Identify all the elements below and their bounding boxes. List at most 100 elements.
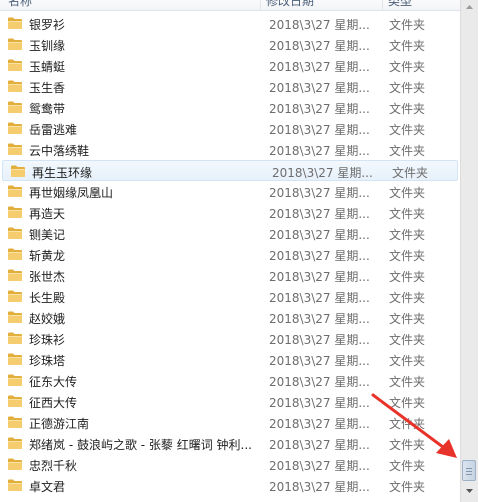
item-type: 文件夹	[389, 249, 426, 263]
folder-icon	[7, 37, 23, 51]
scroll-up-arrow-icon[interactable]	[462, 0, 477, 15]
item-date: 2018\3\27 星期...	[269, 102, 370, 116]
list-item[interactable]: 鸳鸯带 2018\3\27 星期... 文件夹	[0, 97, 460, 118]
item-name: 征东大传	[29, 375, 78, 389]
item-name: 玉生香	[29, 81, 66, 95]
folder-icon	[7, 58, 23, 72]
list-item[interactable]: 岳雷逃难 2018\3\27 星期... 文件夹	[0, 118, 460, 139]
item-type: 文件夹	[389, 81, 426, 95]
item-type: 文件夹	[389, 60, 426, 74]
list-item[interactable]: 正德游江南 2018\3\27 星期... 文件夹	[0, 412, 460, 433]
folder-icon	[7, 142, 23, 156]
list-item[interactable]: 玉钏缘 2018\3\27 星期... 文件夹	[0, 34, 460, 55]
item-type: 文件夹	[389, 333, 426, 347]
item-name: 卓文君	[29, 480, 66, 494]
list-item[interactable]: 郑绪岚 - 鼓浪屿之歌 - 张藜 红曙词 钟利... 2018\3\27 星期..…	[0, 433, 460, 454]
folder-icon	[7, 247, 23, 261]
list-item[interactable]: 征西大传 2018\3\27 星期... 文件夹	[0, 391, 460, 412]
vertical-scrollbar[interactable]	[460, 0, 478, 502]
folder-icon	[7, 16, 23, 30]
list-item[interactable]: 再世姻缘凤凰山 2018\3\27 星期... 文件夹	[0, 181, 460, 202]
column-header-name[interactable]: 名称	[8, 0, 32, 10]
item-date: 2018\3\27 星期...	[269, 249, 370, 263]
item-name: 长生殿	[29, 291, 66, 305]
folder-icon	[7, 352, 23, 366]
item-date: 2018\3\27 星期...	[272, 166, 373, 180]
item-type: 文件夹	[389, 186, 426, 200]
list-item[interactable]: 张世杰 2018\3\27 星期... 文件夹	[0, 265, 460, 286]
list-item[interactable]: 银罗衫 2018\3\27 星期... 文件夹	[0, 13, 460, 34]
folder-icon	[7, 436, 23, 450]
folder-icon	[7, 121, 23, 135]
list-item[interactable]: 珍珠衫 2018\3\27 星期... 文件夹	[0, 328, 460, 349]
item-date: 2018\3\27 星期...	[269, 18, 370, 32]
item-date: 2018\3\27 星期...	[269, 396, 370, 410]
item-date: 2018\3\27 星期...	[269, 333, 370, 347]
item-date: 2018\3\27 星期...	[269, 459, 370, 473]
item-name: 忠烈千秋	[29, 459, 78, 473]
list-item[interactable]: 斩黄龙 2018\3\27 星期... 文件夹	[0, 244, 460, 265]
list-item[interactable]: 忠烈千秋 2018\3\27 星期... 文件夹	[0, 454, 460, 475]
item-type: 文件夹	[389, 270, 426, 284]
item-name: 再生玉环缘	[32, 166, 93, 180]
list-item[interactable]: 珍珠塔 2018\3\27 星期... 文件夹	[0, 349, 460, 370]
folder-icon	[7, 457, 23, 471]
item-name: 再造天	[29, 207, 66, 221]
item-type: 文件夹	[389, 18, 426, 32]
item-name: 银罗衫	[29, 18, 66, 32]
item-date: 2018\3\27 星期...	[269, 144, 370, 158]
folder-icon	[7, 100, 23, 114]
list-item[interactable]: 再生玉环缘 2018\3\27 星期... 文件夹	[2, 160, 458, 181]
list-item[interactable]: 玉生香 2018\3\27 星期... 文件夹	[0, 76, 460, 97]
file-list: 名称 修改日期 类型 银罗衫 2018\3\27 星期... 文件夹 玉钏缘 2018\…	[0, 0, 460, 502]
folder-icon	[7, 226, 23, 240]
item-date: 2018\3\27 星期...	[269, 81, 370, 95]
item-name: 玉钏缘	[29, 39, 66, 53]
item-name: 珍珠衫	[29, 333, 66, 347]
item-date: 2018\3\27 星期...	[269, 186, 370, 200]
item-date: 2018\3\27 星期...	[269, 291, 370, 305]
list-item[interactable]: 再造天 2018\3\27 星期... 文件夹	[0, 202, 460, 223]
item-name: 斩黄龙	[29, 249, 66, 263]
item-type: 文件夹	[389, 39, 426, 53]
item-type: 文件夹	[389, 312, 426, 326]
list-item[interactable]: 铡美记 2018\3\27 星期... 文件夹	[0, 223, 460, 244]
folder-icon	[7, 310, 23, 324]
list-item[interactable]: 玉蜻蜓 2018\3\27 星期... 文件夹	[0, 55, 460, 76]
item-name: 铡美记	[29, 228, 66, 242]
item-date: 2018\3\27 星期...	[269, 417, 370, 431]
item-date: 2018\3\27 星期...	[269, 375, 370, 389]
item-date: 2018\3\27 星期...	[269, 123, 370, 137]
folder-icon	[7, 478, 23, 492]
scrollbar-thumb[interactable]	[462, 460, 476, 481]
folder-icon	[7, 331, 23, 345]
item-date: 2018\3\27 星期...	[269, 207, 370, 221]
item-type: 文件夹	[389, 417, 426, 431]
item-type: 文件夹	[389, 375, 426, 389]
scroll-down-arrow-icon[interactable]	[462, 484, 477, 499]
item-name: 岳雷逃难	[29, 123, 78, 137]
item-type: 文件夹	[389, 207, 426, 221]
list-item[interactable]: 卓文君 2018\3\27 星期... 文件夹	[0, 475, 460, 496]
folder-icon	[7, 394, 23, 408]
item-name: 珍珠塔	[29, 354, 66, 368]
list-item[interactable]: 长生殿 2018\3\27 星期... 文件夹	[0, 286, 460, 307]
list-item[interactable]: 赵姣娥 2018\3\27 星期... 文件夹	[0, 307, 460, 328]
list-item[interactable]: 征东大传 2018\3\27 星期... 文件夹	[0, 370, 460, 391]
column-divider[interactable]	[382, 0, 383, 10]
item-name: 云中落绣鞋	[29, 144, 90, 158]
folder-icon	[7, 415, 23, 429]
item-type: 文件夹	[389, 459, 426, 473]
list-item[interactable]: 云中落绣鞋 2018\3\27 星期... 文件夹	[0, 139, 460, 160]
item-date: 2018\3\27 星期...	[269, 228, 370, 242]
column-divider[interactable]	[260, 0, 261, 10]
item-type: 文件夹	[389, 291, 426, 305]
folder-icon	[10, 164, 26, 178]
item-type: 文件夹	[392, 166, 429, 180]
folder-icon	[7, 268, 23, 282]
item-type: 文件夹	[389, 354, 426, 368]
item-type: 文件夹	[389, 102, 426, 116]
column-header-date[interactable]: 修改日期	[266, 0, 314, 10]
folder-icon	[7, 205, 23, 219]
column-header-type[interactable]: 类型	[388, 0, 412, 10]
